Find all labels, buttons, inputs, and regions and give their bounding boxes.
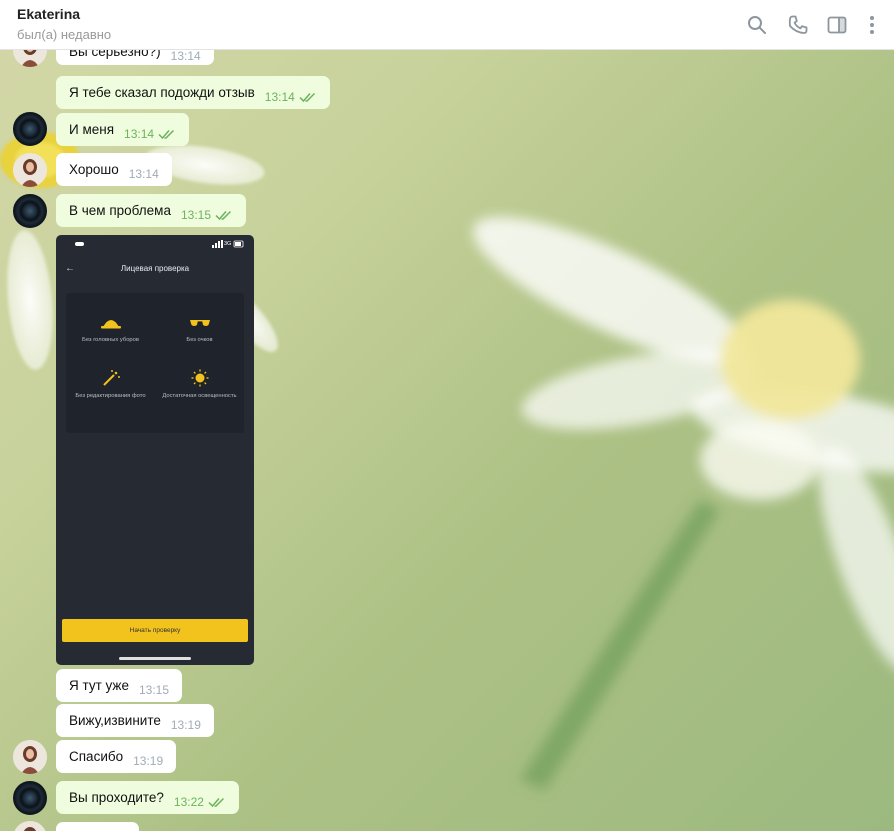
home-indicator — [119, 657, 191, 660]
message-time: 13:15 — [138, 682, 169, 697]
feature-item: Без редактирования фото — [66, 369, 155, 400]
phone-icon[interactable] — [786, 13, 810, 37]
message-text: Хорошо — [69, 162, 119, 177]
message-time: 13:14 — [124, 126, 155, 141]
message-time: 13:19 — [133, 753, 164, 768]
phone-status-bar: 3G — [56, 235, 254, 253]
avatar[interactable] — [13, 740, 47, 774]
sidebar-icon[interactable] — [825, 13, 849, 37]
magic-wand-icon — [102, 370, 120, 386]
requirements-panel: Без головных уборов Без очков Без редакт… — [66, 293, 244, 433]
hat-icon — [100, 320, 121, 329]
glasses-icon — [189, 320, 210, 326]
contact-name[interactable]: Ekaterina — [17, 6, 80, 22]
message-bubble[interactable]: Хорошо 13:14 — [56, 153, 172, 186]
message-text: Спасибо — [69, 749, 124, 764]
message-list[interactable]: Вы серьезно?) 13:14 Я тебе сказал подожд… — [0, 0, 894, 831]
message-text: Вы проходите? — [69, 790, 164, 805]
feature-item: Достаточная освещенность — [155, 369, 244, 400]
message-bubble[interactable] — [56, 822, 139, 831]
read-ticks-icon — [215, 210, 232, 220]
feature-item: Без головных уборов — [66, 315, 155, 344]
message-time: 13:15 — [180, 207, 211, 222]
search-icon[interactable] — [745, 13, 769, 37]
chat-header: Ekaterina был(а) недавно — [0, 0, 894, 50]
read-ticks-icon — [299, 92, 315, 102]
screenshot-title: Лицевая проверка — [120, 264, 190, 273]
message-text: Я тут уже — [69, 678, 129, 693]
message-text: Вижу,извините — [69, 713, 161, 728]
message-bubble[interactable]: И меня 13:14 — [56, 113, 190, 146]
sun-icon — [191, 369, 208, 387]
contact-status: был(а) недавно — [17, 27, 112, 42]
message-bubble[interactable]: Я тут уже 13:15 — [56, 669, 182, 702]
message-bubble[interactable]: Спасибо 13:19 — [56, 740, 177, 773]
read-ticks-icon — [158, 129, 175, 139]
message-time: 13:14 — [128, 166, 159, 181]
message-time: 13:14 — [264, 89, 295, 104]
message-bubble[interactable]: В чем проблема 13:15 — [56, 194, 246, 227]
avatar[interactable] — [13, 194, 47, 228]
feature-item: Без очков — [155, 315, 244, 344]
avatar[interactable] — [13, 821, 47, 831]
message-time: 13:19 — [170, 717, 201, 732]
message-time: 13:22 — [173, 794, 204, 809]
message-bubble[interactable]: Вы проходите? 13:22 — [56, 781, 239, 814]
avatar[interactable] — [13, 112, 47, 146]
message-text: Я тебе сказал подожди отзыв — [69, 85, 255, 100]
message-bubble[interactable]: Я тебе сказал подожди отзыв 13:14 — [56, 76, 330, 109]
message-text: В чем проблема — [69, 203, 171, 218]
more-icon[interactable] — [860, 13, 884, 37]
network-label: 3G — [224, 241, 232, 247]
message-text: И меня — [69, 122, 115, 137]
message-time: 13:14 — [170, 48, 201, 63]
avatar[interactable] — [13, 781, 47, 815]
avatar[interactable] — [13, 153, 47, 187]
start-check-button: Начать проверку — [62, 619, 248, 642]
image-attachment[interactable]: 3G ← Лицевая проверка Без головных уборо… — [56, 235, 254, 665]
read-ticks-icon — [208, 797, 224, 807]
message-bubble[interactable]: Вижу,извините 13:19 — [56, 704, 214, 737]
